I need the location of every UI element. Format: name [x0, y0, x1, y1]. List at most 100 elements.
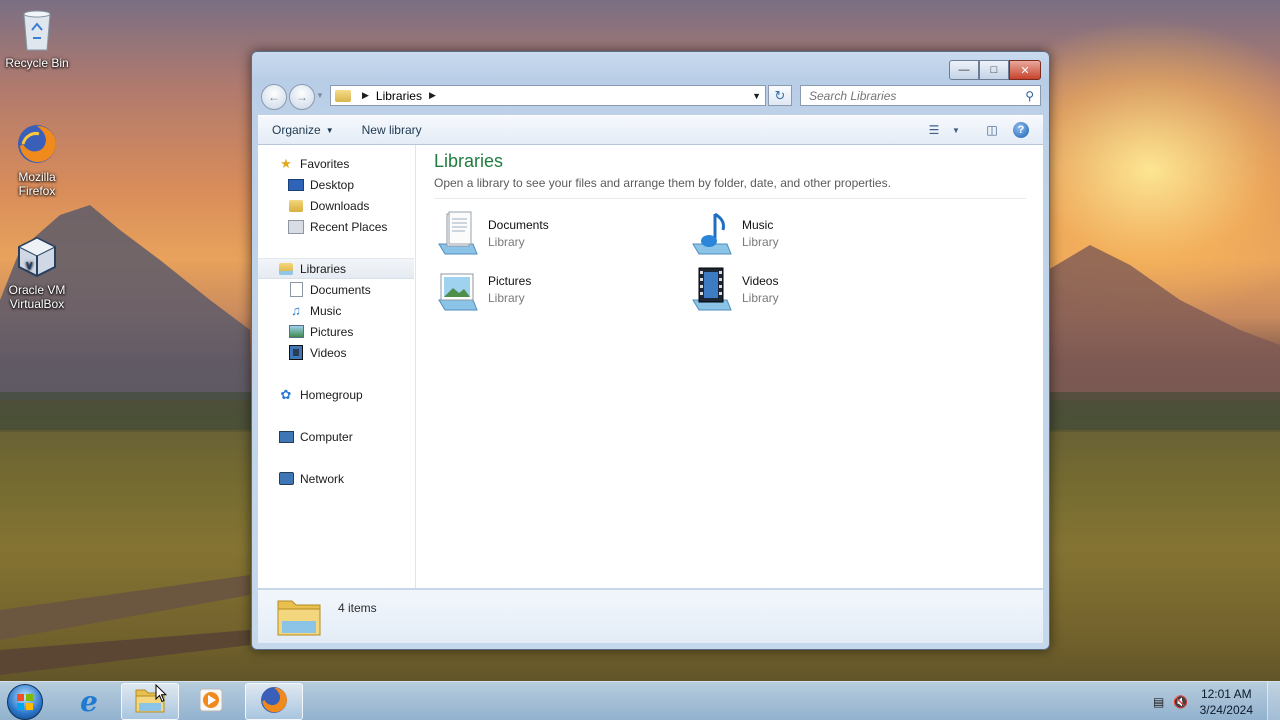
- item-count: 4 items: [338, 600, 377, 615]
- page-title: Libraries: [434, 151, 504, 171]
- libraries-icon: [278, 261, 294, 277]
- nav-item-label: Libraries: [300, 261, 347, 276]
- documents-icon: [288, 282, 304, 298]
- details-pane: 4 items: [258, 589, 1043, 643]
- maximize-button[interactable]: □: [979, 60, 1009, 80]
- nav-item-label: Computer: [300, 429, 353, 444]
- minimize-button[interactable]: —: [949, 60, 979, 80]
- start-button[interactable]: [5, 683, 45, 720]
- search-input[interactable]: [807, 87, 1011, 104]
- caption-buttons: — □ ✕: [949, 60, 1041, 80]
- desktop-icon-virtualbox[interactable]: V Oracle VM VirtualBox: [0, 233, 74, 311]
- nav-item-computer[interactable]: Computer: [258, 426, 415, 447]
- nav-item-label: Music: [310, 303, 342, 318]
- documents-library-icon: [434, 209, 482, 257]
- firefox-icon: [13, 120, 61, 168]
- nav-item-network[interactable]: Network: [258, 468, 415, 489]
- nav-item-pictures[interactable]: Pictures: [258, 321, 415, 342]
- breadcrumb-arrow-icon[interactable]: ▶: [362, 90, 369, 101]
- forward-button[interactable]: →: [289, 84, 315, 110]
- videos-icon: [288, 345, 304, 361]
- help-button[interactable]: ?: [1013, 122, 1029, 138]
- search-icon[interactable]: ⚲: [1025, 89, 1034, 103]
- library-item-documents[interactable]: Documents Library: [434, 205, 688, 261]
- library-type: Library: [488, 290, 525, 305]
- library-name: Music: [742, 217, 774, 232]
- clock-date: 3/24/2024: [1199, 702, 1253, 717]
- page-description: Open a library to see your files and arr…: [434, 176, 1026, 199]
- explorer-window[interactable]: — □ ✕ ← → ▼ ▶ Libraries ▶ ▼ ↻ ⚲ Organize…: [251, 51, 1050, 650]
- taskbar: e ▤ 🔇 12:01 AM 3/24/2024: [0, 681, 1280, 720]
- address-bar[interactable]: ▶ Libraries ▶ ▼: [330, 85, 766, 106]
- nav-item-label: Downloads: [310, 198, 370, 213]
- nav-item-homegroup[interactable]: ✿ Homegroup: [258, 384, 415, 405]
- taskbar-internet-explorer[interactable]: e: [60, 683, 118, 720]
- library-grid: Documents Library Music Library Pictures…: [434, 205, 1043, 317]
- nav-item-recent-places[interactable]: Recent Places: [258, 216, 415, 237]
- desktop-icon: [288, 177, 304, 193]
- show-desktop-button[interactable]: [1267, 682, 1280, 720]
- close-button[interactable]: ✕: [1009, 60, 1041, 80]
- taskbar-firefox[interactable]: [245, 683, 303, 720]
- organize-button[interactable]: Organize ▼: [258, 116, 348, 144]
- maximize-icon: □: [990, 64, 998, 76]
- desktop-icon-firefox[interactable]: Mozilla Firefox: [0, 120, 74, 198]
- nav-item-label: Recent Places: [310, 219, 388, 234]
- library-name: Videos: [742, 273, 779, 288]
- back-button[interactable]: ←: [261, 84, 287, 110]
- nav-item-desktop[interactable]: Desktop: [258, 174, 415, 195]
- windows-logo-icon: [7, 684, 43, 720]
- taskbar-media-player[interactable]: [182, 683, 240, 720]
- library-item-videos[interactable]: Videos Library: [688, 261, 942, 317]
- forward-arrow-icon: →: [296, 90, 308, 104]
- taskbar-windows-explorer[interactable]: [121, 683, 179, 720]
- more-views-button[interactable]: ▼: [949, 119, 963, 141]
- library-item-music[interactable]: Music Library: [688, 205, 942, 261]
- videos-library-icon: [688, 265, 736, 313]
- homegroup-icon: ✿: [280, 386, 292, 402]
- mouse-cursor-icon: [155, 684, 167, 703]
- music-library-icon: [688, 209, 736, 257]
- desktop-icon-recycle-bin[interactable]: Recycle Bin: [0, 6, 74, 70]
- change-view-button[interactable]: ☰: [919, 119, 949, 141]
- network-tray-icon[interactable]: ▤: [1148, 691, 1170, 713]
- nav-item-libraries[interactable]: Libraries: [258, 258, 414, 279]
- nav-item-music[interactable]: ♫ Music: [258, 300, 415, 321]
- star-icon: ★: [280, 155, 292, 171]
- media-player-icon: [198, 687, 224, 716]
- clock-time: 12:01 AM: [1200, 686, 1252, 701]
- recent-places-icon: [288, 219, 304, 235]
- close-icon: ✕: [1020, 64, 1030, 77]
- search-box[interactable]: ⚲: [800, 85, 1041, 106]
- music-icon: ♫: [291, 303, 301, 318]
- library-item-pictures[interactable]: Pictures Library: [434, 261, 688, 317]
- nav-item-videos[interactable]: Videos: [258, 342, 415, 363]
- library-type: Library: [742, 290, 779, 305]
- nav-item-favorites[interactable]: ★ Favorites: [258, 153, 415, 174]
- clock[interactable]: 12:01 AM 3/24/2024: [1200, 686, 1253, 718]
- command-bar: Organize ▼ New library ☰ ▼ ◫ ?: [258, 115, 1043, 145]
- system-tray: ▤ 🔇 12:01 AM 3/24/2024: [1148, 682, 1280, 720]
- breadcrumb-arrow-icon[interactable]: ▶: [429, 90, 436, 101]
- new-library-button[interactable]: New library: [348, 116, 436, 144]
- recycle-bin-icon: [13, 6, 61, 54]
- nav-item-downloads[interactable]: Downloads: [258, 195, 415, 216]
- preview-pane-button[interactable]: ◫: [977, 119, 1007, 141]
- library-name: Pictures: [488, 273, 532, 288]
- breadcrumb-libraries[interactable]: Libraries: [376, 89, 422, 103]
- computer-icon: [278, 429, 294, 445]
- navigation-pane[interactable]: ★ Favorites Desktop Downloads Recent Pla…: [258, 145, 416, 588]
- nav-item-label: Pictures: [310, 324, 354, 339]
- refresh-button[interactable]: ↻: [768, 85, 792, 106]
- volume-muted-icon[interactable]: 🔇: [1170, 691, 1192, 713]
- nav-item-documents[interactable]: Documents: [258, 279, 415, 300]
- new-library-label: New library: [361, 123, 422, 137]
- address-dropdown-icon[interactable]: ▼: [752, 91, 761, 101]
- recent-pages-dropdown[interactable]: ▼: [316, 91, 324, 100]
- refresh-icon: ↻: [774, 87, 786, 103]
- back-arrow-icon: ←: [268, 90, 280, 104]
- desktop-icon-label: VirtualBox: [9, 297, 65, 311]
- virtualbox-icon: V: [13, 233, 61, 281]
- nav-item-label: Desktop: [310, 177, 355, 192]
- libraries-folder-icon: [335, 89, 351, 102]
